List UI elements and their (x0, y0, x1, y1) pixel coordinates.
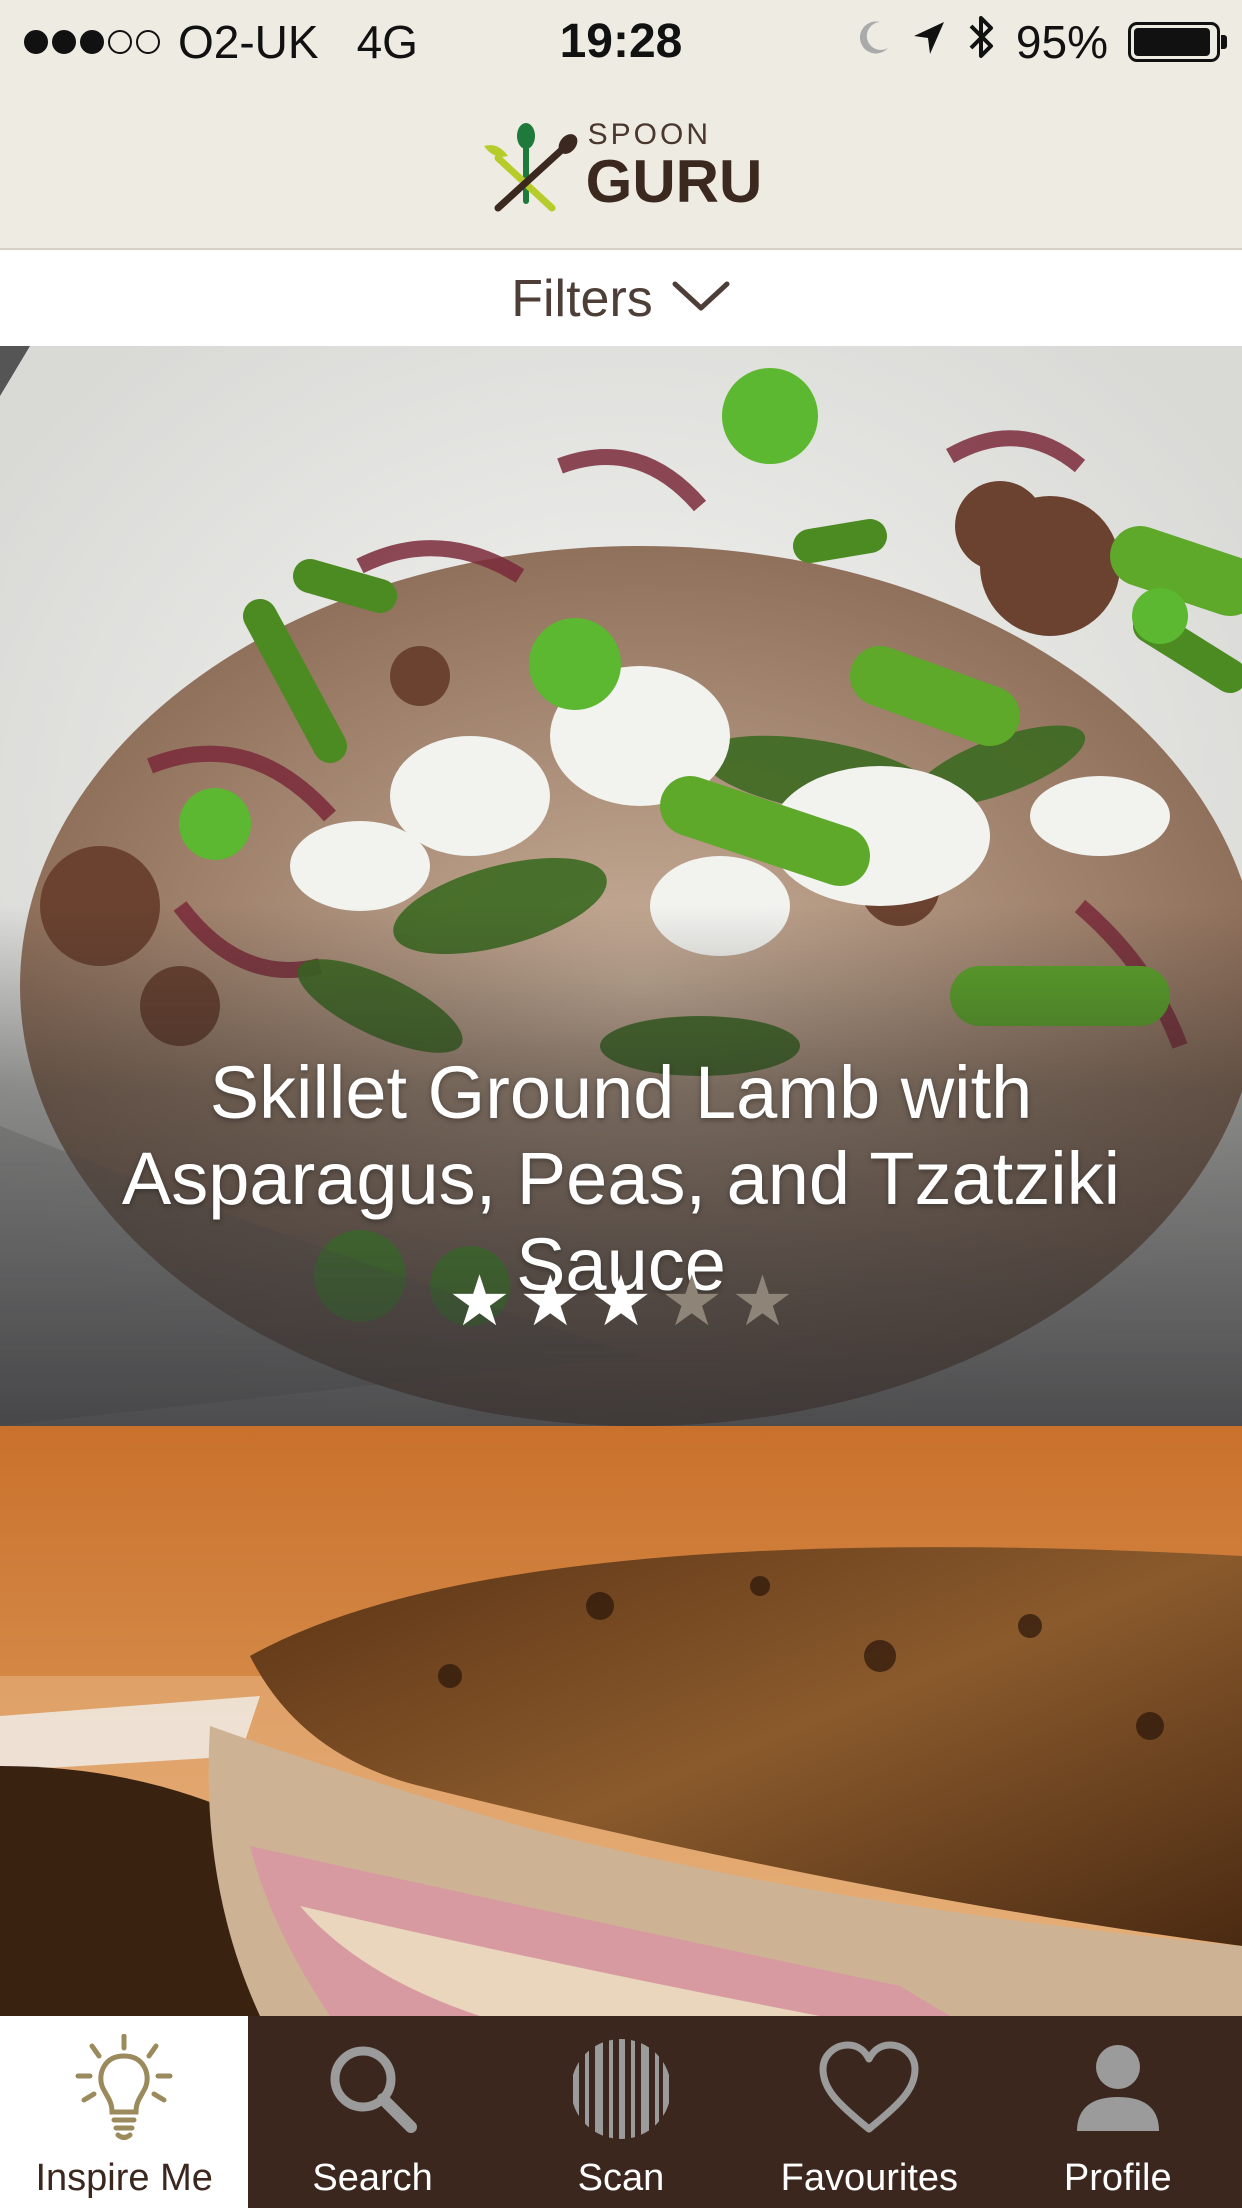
tab-favourites[interactable]: Favourites (745, 2016, 993, 2208)
logo-text-spoon: SPOON (587, 118, 712, 151)
network-type: 4G (356, 16, 418, 68)
barcode-icon (566, 2034, 676, 2144)
tab-label: Favourites (780, 2157, 959, 2199)
recipe-card[interactable]: Skillet Ground Lamb with Asparagus, Peas… (0, 346, 1242, 1426)
person-icon (1063, 2034, 1173, 2144)
signal-strength-icon (24, 30, 160, 54)
lightbulb-icon (69, 2034, 179, 2144)
star-empty-icon: ★ (731, 1262, 794, 1340)
recipe-rating: ★ ★ ★ ★ ★ (0, 1266, 1242, 1336)
chevron-down-icon (671, 269, 731, 329)
tab-label: Inspire Me (35, 2157, 213, 2199)
status-left: O2-UK 4G (24, 0, 418, 84)
bottom-tab-bar: Inspire Me Search Scan Favourites Profil… (0, 2016, 1242, 2208)
spoon-guru-logo: SPOON GURU (480, 116, 763, 216)
battery-percent: 95% (1015, 16, 1108, 68)
logo-text-guru: GURU (585, 148, 763, 215)
tab-scan[interactable]: Scan (497, 2016, 745, 2208)
app-header: SPOON GURU (0, 84, 1242, 250)
recipe-card[interactable] (0, 1426, 1242, 2016)
location-arrow-icon (912, 15, 946, 69)
search-icon (318, 2034, 428, 2144)
battery-level (1134, 28, 1210, 56)
filters-label: Filters (511, 270, 653, 328)
tab-label: Search (312, 2157, 433, 2199)
recipe-photo-grilled-sandwich (0, 1426, 1242, 2016)
tab-search[interactable]: Search (248, 2016, 496, 2208)
status-bar: O2-UK 4G 19:28 95% (0, 0, 1242, 84)
moon-icon (856, 15, 892, 69)
spoon-fork-logo-icon (483, 123, 578, 212)
bluetooth-icon (966, 12, 996, 73)
tab-inspire-me[interactable]: Inspire Me (0, 2016, 249, 2208)
battery-icon (1128, 22, 1227, 62)
tab-profile[interactable]: Profile (994, 2016, 1242, 2208)
heart-icon (814, 2034, 924, 2144)
tab-label: Profile (1063, 2157, 1172, 2199)
status-right: 95% (856, 0, 1227, 84)
carrier-name: O2-UK (178, 16, 319, 68)
star-empty-icon: ★ (660, 1262, 724, 1340)
star-filled-icon: ★ (518, 1262, 582, 1340)
filters-toggle[interactable]: Filters (0, 252, 1242, 346)
tab-label: Scan (577, 2157, 665, 2199)
star-filled-icon: ★ (448, 1262, 511, 1340)
star-filled-icon: ★ (589, 1262, 653, 1340)
